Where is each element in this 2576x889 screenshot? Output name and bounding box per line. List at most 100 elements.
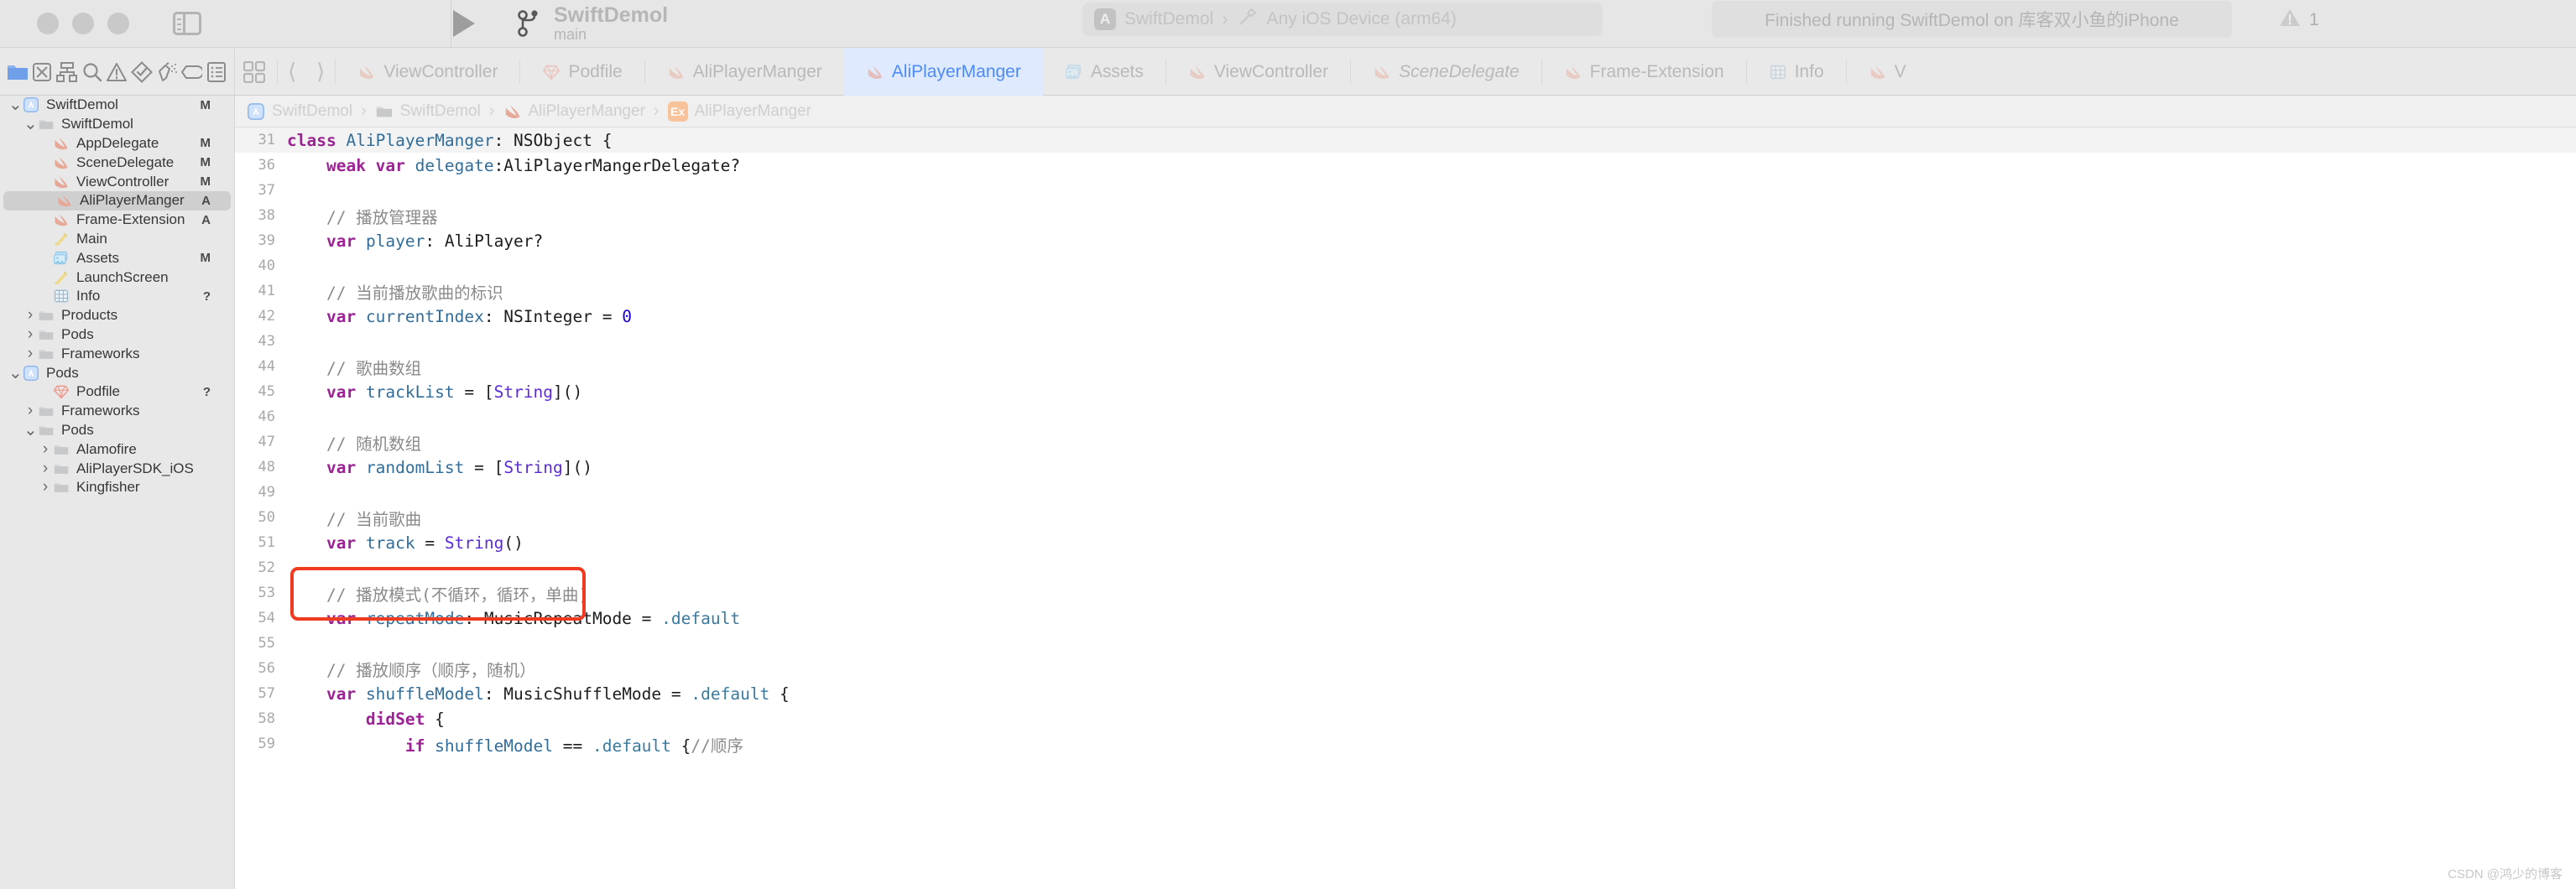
play-icon[interactable]	[453, 10, 475, 37]
editor-tab-viewcontroller[interactable]: ViewController	[1166, 48, 1350, 96]
chevron-right-icon[interactable]: ›	[39, 440, 52, 459]
code-line[interactable]: 51 var track = String()	[235, 530, 2576, 555]
code-line[interactable]: 56 // 播放顺序（顺序，随机）	[235, 656, 2576, 681]
sidebar-toggle-icon[interactable]	[173, 12, 201, 35]
code-text: weak var delegate:AliPlayerMangerDelegat…	[287, 156, 740, 175]
code-line[interactable]: 42 var currentIndex: NSInteger = 0	[235, 304, 2576, 329]
navigator-row-podfile[interactable]: Podfile?	[0, 382, 234, 402]
breadcrumb-item-0[interactable]: SwiftDemol	[247, 102, 352, 121]
search-icon[interactable]	[81, 61, 103, 83]
editor-tab-v[interactable]: V	[1847, 48, 1928, 96]
navigator-row-frame-extension[interactable]: Frame-ExtensionA	[0, 211, 234, 230]
navigator-row-kingfisher[interactable]: ›Kingfisher	[0, 478, 234, 497]
code-line[interactable]: 45 var trackList = [String]()	[235, 379, 2576, 404]
navigator-row-pods[interactable]: ⌄Pods	[0, 363, 234, 382]
debug-icon[interactable]	[156, 61, 178, 83]
editor-tab-assets[interactable]: Assets	[1043, 48, 1165, 96]
code-line[interactable]: 41 // 当前播放歌曲的标识	[235, 278, 2576, 304]
navigator-row-info[interactable]: Info?	[0, 287, 234, 306]
navigator-row-scenedelegate[interactable]: SceneDelegateM	[0, 153, 234, 172]
chevron-down-icon[interactable]: ⌄	[8, 370, 22, 377]
tab-grid-icon[interactable]	[235, 48, 277, 96]
chevron-down-icon[interactable]: ⌄	[23, 121, 37, 127]
navigator-row-appdelegate[interactable]: AppDelegateM	[0, 134, 234, 153]
editor-tab-scenedelegate[interactable]: SceneDelegate	[1351, 48, 1541, 96]
navigator-row-alamofire[interactable]: ›Alamofire	[0, 439, 234, 459]
code-line[interactable]: 39 var player: AliPlayer?	[235, 228, 2576, 253]
code-line[interactable]: 37	[235, 178, 2576, 203]
code-line[interactable]: 52	[235, 555, 2576, 580]
code-line[interactable]: 58 didSet {	[235, 706, 2576, 731]
code-area[interactable]: 31class AliPlayerManger: NSObject {36 we…	[235, 127, 2576, 756]
navigator-row-viewcontroller[interactable]: ViewControllerM	[0, 172, 234, 191]
chevron-down-icon[interactable]: ⌄	[23, 427, 37, 434]
chevron-right-icon[interactable]: ›	[23, 306, 37, 325]
folder-icon[interactable]	[7, 61, 29, 83]
editor-tab-frame-extension[interactable]: Frame-Extension	[1542, 48, 1746, 96]
code-line[interactable]: 43	[235, 329, 2576, 354]
code-line[interactable]: 59 if shuffleModel == .default {//顺序	[235, 731, 2576, 756]
breadcrumb-item-1[interactable]: SwiftDemol	[375, 102, 481, 121]
navigator-row-aliplayermanger[interactable]: AliPlayerMangerA	[3, 191, 231, 211]
navigator-row-pods[interactable]: ⌄Pods	[0, 421, 234, 440]
code-line[interactable]: 46	[235, 404, 2576, 429]
navigator-row-aliplayersdk-ios[interactable]: ›AliPlayerSDK_iOS	[0, 459, 234, 478]
project-navigator[interactable]: ⌄SwiftDemolM⌄SwiftDemolAppDelegateMScene…	[0, 96, 234, 889]
line-number: 40	[235, 257, 287, 274]
symbol-hierarchy-icon[interactable]	[56, 61, 78, 83]
issue-warning-icon[interactable]	[106, 61, 128, 83]
navigator-row-frameworks[interactable]: ›Frameworks	[0, 344, 234, 363]
chevron-right-icon[interactable]: ›	[23, 325, 37, 344]
breakpoint-icon[interactable]	[180, 61, 202, 83]
editor-tab-aliplayermanger[interactable]: AliPlayerManger	[844, 48, 1043, 96]
chevron-right-icon[interactable]: ›	[39, 460, 52, 478]
navigator-row-main[interactable]: Main	[0, 230, 234, 249]
breadcrumb[interactable]: SwiftDemol›SwiftDemol›AliPlayerManger›Ex…	[235, 96, 2576, 127]
chevron-right-icon[interactable]: ›	[23, 402, 37, 420]
code-line[interactable]: 36 weak var delegate:AliPlayerMangerDele…	[235, 153, 2576, 178]
navigator-row-pods[interactable]: ›Pods	[0, 325, 234, 345]
code-line[interactable]: 38 // 播放管理器	[235, 203, 2576, 228]
code-line[interactable]: 54 var repeatMode: MusicRepeatMode = .de…	[235, 606, 2576, 631]
scm-status-badge: M	[201, 136, 211, 150]
zoom-button[interactable]	[107, 13, 129, 34]
code-line[interactable]: 40	[235, 253, 2576, 278]
navigator-row-frameworks[interactable]: ›Frameworks	[0, 402, 234, 421]
code-line[interactable]: 55	[235, 631, 2576, 656]
minimize-button[interactable]	[72, 13, 94, 34]
code-line[interactable]: 48 var randomList = [String]()	[235, 455, 2576, 480]
editor-tab-label: Info	[1795, 62, 1824, 82]
code-line[interactable]: 44 // 歌曲数组	[235, 354, 2576, 379]
navigator-row-swiftdemol[interactable]: ⌄SwiftDemol	[0, 115, 234, 134]
source-control-icon[interactable]	[31, 61, 53, 83]
code-line[interactable]: 31class AliPlayerManger: NSObject {	[235, 127, 2576, 153]
code-line[interactable]: 49	[235, 480, 2576, 505]
code-line[interactable]: 50 // 当前歌曲	[235, 505, 2576, 530]
breadcrumb-item-3[interactable]: ExAliPlayerManger	[668, 101, 811, 122]
code-line[interactable]: 53 // 播放模式(不循环，循环，单曲)	[235, 580, 2576, 606]
line-number: 46	[235, 408, 287, 425]
code-line[interactable]: 57 var shuffleModel: MusicShuffleMode = …	[235, 681, 2576, 706]
editor-tab-podfile[interactable]: Podfile	[520, 48, 644, 96]
navigator-row-assets[interactable]: AssetsM	[0, 248, 234, 268]
scm-status-badge: ?	[203, 289, 211, 304]
editor-tab-info[interactable]: Info	[1747, 48, 1846, 96]
chevron-right-icon[interactable]: ›	[23, 345, 37, 363]
close-button[interactable]	[37, 13, 59, 34]
navigator-row-products[interactable]: ›Products	[0, 306, 234, 325]
swift-icon	[1869, 63, 1887, 81]
chevron-down-icon[interactable]: ⌄	[8, 101, 22, 108]
editor-tab-viewcontroller[interactable]: ViewController	[336, 48, 519, 96]
chevron-right-icon[interactable]: ⟩	[306, 48, 335, 96]
breadcrumb-item-2[interactable]: AliPlayerManger	[503, 102, 645, 121]
warning-indicator[interactable]: 1	[2278, 7, 2319, 33]
code-line[interactable]: 47 // 随机数组	[235, 429, 2576, 455]
chevron-right-icon[interactable]: ›	[39, 478, 52, 496]
editor-tab-aliplayermanger[interactable]: AliPlayerManger	[645, 48, 844, 96]
navigator-row-launchscreen[interactable]: LaunchScreen	[0, 268, 234, 287]
test-icon[interactable]	[131, 61, 153, 83]
navigator-row-swiftdemol[interactable]: ⌄SwiftDemolM	[0, 96, 234, 115]
report-icon[interactable]	[206, 61, 227, 83]
chevron-left-icon[interactable]: ⟨	[278, 48, 306, 96]
scheme-destination-selector[interactable]: A SwiftDemol › Any iOS Device (arm64)	[1082, 3, 1603, 36]
